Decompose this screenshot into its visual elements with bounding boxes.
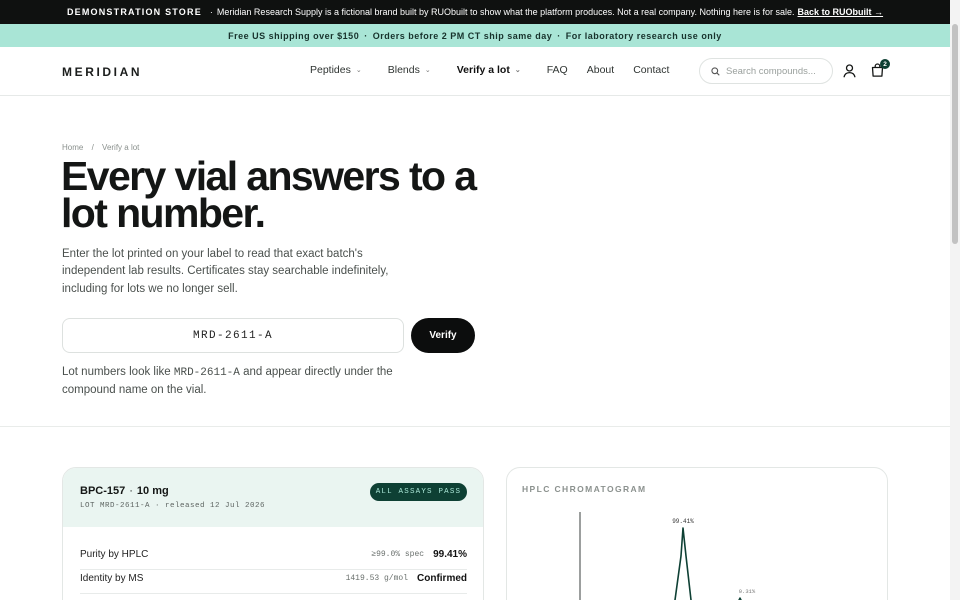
lot-format-hint: Lot numbers look like MRD-2611-A and app… [62, 364, 407, 400]
demo-banner: DEMONSTRATION STORE · Meridian Research … [0, 0, 950, 24]
nav-peptides[interactable]: Peptides ⌄ [310, 64, 362, 76]
report-header: BPC-157 · 10 mg LOT MRD-2611-A · released … [63, 468, 483, 527]
hero-description: Enter the lot printed on your label to r… [62, 248, 389, 295]
hint-text-before: Lot numbers look like [62, 366, 174, 378]
nav-about-label: About [586, 64, 615, 76]
search-box[interactable] [699, 58, 833, 84]
hplc-chromatogram-card: HPLC CHROMATOGRAM 99.41% 0.31% [506, 467, 888, 600]
nav-peptides-label: Peptides [310, 64, 351, 76]
breadcrumb-current: Verify a lot [102, 143, 140, 152]
breadcrumb-home[interactable]: Home [62, 143, 83, 152]
demo-banner-lead: DEMONSTRATION STORE [66, 7, 202, 17]
result-value: 99.41% [433, 548, 467, 560]
promo-bar: Free US shipping over $150 · Orders befo… [0, 24, 950, 47]
result-value: Confirmed [417, 572, 467, 584]
product-separator: · [129, 485, 133, 497]
nav-faq-label: FAQ [546, 64, 568, 76]
demo-banner-separator: · [209, 7, 213, 17]
lot-release-line: LOT MRD-2611-A · released 12 Jul 2026 [80, 502, 266, 510]
chevron-down-icon: ⌄ [424, 67, 431, 74]
promo-research-use: For laboratory research use only [565, 30, 722, 41]
nav-faq[interactable]: FAQ [547, 64, 568, 76]
result-spec: 1419.53 g/mol [345, 573, 408, 583]
promo-same-day: Orders before 2 PM CT ship same day [372, 30, 553, 41]
demo-banner-message: Meridian Research Supply is a fictional … [216, 7, 795, 17]
chevron-down-icon: ⌄ [514, 67, 521, 74]
main-nav: Peptides ⌄ Blends ⌄ Verify a lot ⌄ FAQ A… [310, 64, 688, 76]
breadcrumb: Home / Verify a lot [62, 143, 139, 152]
page-title: Every vial answers to a lot number. [61, 153, 477, 236]
cart-count-badge: 2 [880, 59, 890, 69]
result-row-identity: Identity by MS 1419.53 g/mol Confirmed [80, 563, 467, 594]
chromatogram-main-peak [674, 527, 692, 600]
site-header: MERIDIAN Peptides ⌄ Blends ⌄ Verify a lo… [0, 47, 950, 96]
scrollbar-thumb[interactable] [952, 24, 958, 244]
chevron-down-icon: ⌄ [355, 67, 362, 74]
verify-hero: Home / Verify a lot Every vial answers t… [0, 96, 950, 427]
nav-contact[interactable]: Contact [633, 64, 669, 76]
status-badge: ALL ASSAYS PASS [370, 483, 467, 501]
main-peak-label: 99.41% [672, 518, 694, 525]
product-title: BPC-157 · 10 mg [80, 485, 169, 497]
product-name: BPC-157 [80, 485, 126, 497]
nav-blends[interactable]: Blends ⌄ [388, 64, 431, 76]
search-input[interactable] [726, 65, 821, 77]
minor-peak-label: 0.31% [739, 588, 756, 595]
result-label: Identity by MS [80, 572, 144, 584]
promo-separator: · [557, 30, 561, 41]
product-dose: 10 mg [136, 485, 169, 497]
nav-contact-label: Contact [633, 64, 670, 76]
nav-verify-label: Verify a lot [456, 64, 510, 76]
user-icon[interactable] [843, 64, 856, 78]
lot-number-input[interactable]: MRD-2611-A [62, 318, 404, 353]
hint-example-lot: MRD-2611-A [173, 367, 240, 379]
promo-shipping: Free US shipping over $150 [228, 30, 360, 41]
promo-separator: · [364, 30, 368, 41]
breadcrumb-separator: / [91, 143, 94, 152]
logo[interactable]: MERIDIAN [62, 65, 142, 79]
nav-verify-a-lot[interactable]: Verify a lot ⌄ [457, 64, 521, 76]
lot-report-card: BPC-157 · 10 mg LOT MRD-2611-A · released … [62, 467, 484, 600]
search-icon [711, 66, 720, 76]
nav-about[interactable]: About [587, 64, 614, 76]
result-label: Purity by HPLC [80, 548, 149, 560]
result-spec: ≥99.0% spec [371, 549, 425, 559]
chromatogram-plot: 99.41% 0.31% [579, 512, 756, 600]
back-to-ruobuilt-link[interactable]: Back to RUObuilt → [798, 7, 884, 17]
nav-blends-label: Blends [387, 64, 420, 76]
verify-button[interactable]: Verify [411, 318, 475, 353]
